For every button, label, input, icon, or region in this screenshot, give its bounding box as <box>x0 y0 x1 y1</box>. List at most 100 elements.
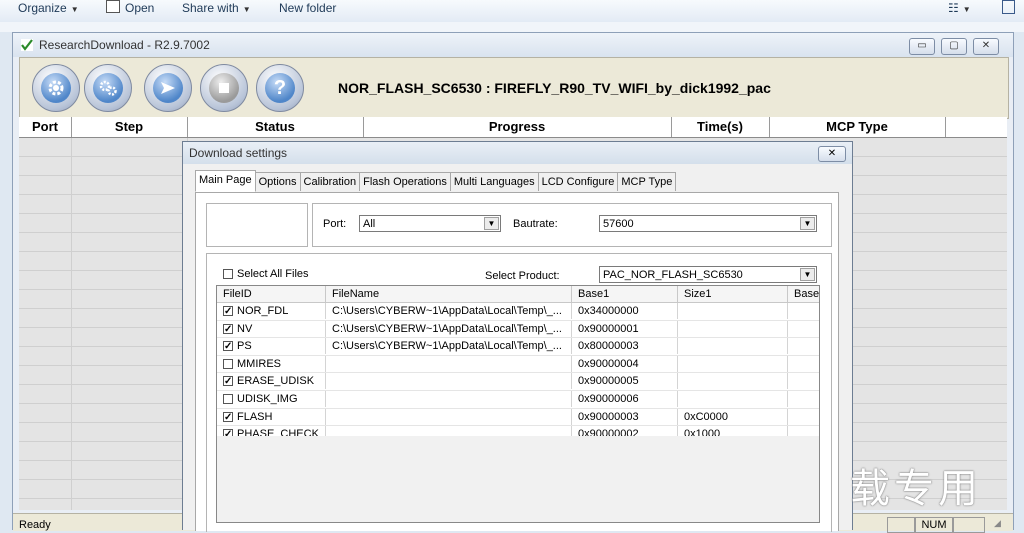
load-packet-button[interactable] <box>32 64 80 112</box>
baudrate-select[interactable]: 57600 ▼ <box>599 215 817 232</box>
file-id: MMIRES <box>237 357 281 370</box>
baudrate-label: Bautrate: <box>513 218 558 230</box>
tab-options[interactable]: Options <box>254 172 301 191</box>
file-checkbox[interactable]: ✓ <box>223 376 233 387</box>
download-settings-dialog: Download settings ✕ Main Page Options Ca… <box>182 141 853 532</box>
file-list-rows: ✓ NOR_FDL C:\Users\CYBERW~1\AppData\Local\… <box>217 303 819 444</box>
file-list-header: FileID FileName Base1 Size1 Base2 <box>217 286 819 303</box>
help-button[interactable]: ? <box>256 64 304 112</box>
file-size1 <box>678 355 788 372</box>
file-base1: 0x90000001 <box>572 320 678 337</box>
maximize-button[interactable]: ▢ <box>941 38 967 55</box>
col-mcp-type[interactable]: MCP Type <box>769 117 946 137</box>
status-panel-empty <box>887 517 915 533</box>
main-page-panel: Port: All ▼ Bautrate: 57600 ▼ Select All… <box>195 192 839 532</box>
window-titlebar[interactable]: ResearchDownload - R2.9.7002 ▭ ▢ ✕ <box>13 33 1013 57</box>
port-grid-header: Port Step Status Progress Time(s) MCP Ty… <box>19 117 1007 138</box>
product-select[interactable]: PAC_NOR_FLASH_SC6530 ▼ <box>599 266 817 283</box>
help-icon: ? <box>273 76 287 99</box>
stop-download-button[interactable] <box>200 64 248 112</box>
file-row[interactable]: ✓ NOR_FDL C:\Users\CYBERW~1\AppData\Local\… <box>217 303 819 321</box>
file-id: PS <box>237 340 252 353</box>
file-id: UDISK_IMG <box>237 392 298 405</box>
file-id: NV <box>237 322 253 335</box>
port-select[interactable]: All ▼ <box>359 215 501 232</box>
file-checkbox[interactable]: ✓ <box>223 341 233 352</box>
file-base2 <box>788 391 819 407</box>
file-id: FLASH <box>237 410 273 423</box>
chevron-down-icon: ▼ <box>800 268 815 281</box>
file-base2 <box>788 338 819 354</box>
file-base1: 0x80000003 <box>572 338 678 355</box>
col-time[interactable]: Time(s) <box>671 117 770 137</box>
num-lock-indicator: NUM <box>915 517 953 533</box>
share-with-menu[interactable]: Share with ▼ <box>182 0 251 18</box>
explorer-command-bar: Organize ▼ Open Share with ▼ New folder ☷ ▼ <box>0 0 1024 23</box>
app-logo-icon <box>21 39 33 51</box>
stop-icon <box>219 83 229 93</box>
file-checkbox[interactable]: ✓ <box>223 323 233 334</box>
file-row[interactable]: ✓ NV C:\Users\CYBERW~1\AppData\Local\Temp\… <box>217 320 819 339</box>
select-all-checkbox[interactable]: Select All Files <box>223 268 309 280</box>
col-step[interactable]: Step <box>71 117 188 137</box>
chevron-down-icon: ▼ <box>242 5 251 14</box>
col-port[interactable]: Port <box>19 117 72 137</box>
preview-pane-button[interactable] <box>1002 0 1015 18</box>
file-row[interactable]: ✓ PS C:\Users\CYBERW~1\AppData\Local\Temp\… <box>217 338 819 356</box>
minimize-button[interactable]: ▭ <box>909 38 935 55</box>
file-base1: 0x90000006 <box>572 390 678 407</box>
view-list-icon: ☷ <box>948 1 959 15</box>
file-base2 <box>788 356 819 372</box>
checkbox-icon <box>223 269 233 280</box>
file-checkbox[interactable]: ✓ <box>223 411 233 422</box>
col-file-name[interactable]: FileName <box>326 286 572 302</box>
file-name <box>326 390 572 407</box>
chevron-down-icon: ▼ <box>962 5 971 14</box>
tab-main-page[interactable]: Main Page <box>195 170 256 192</box>
file-row[interactable]: ✓ ERASE_UDISK 0x90000005 <box>217 373 819 391</box>
file-id: NOR_FDL <box>237 305 289 317</box>
file-checkbox[interactable]: ✓ <box>223 306 233 317</box>
tab-flash-operations[interactable]: Flash Operations <box>359 172 451 191</box>
file-base1: 0x34000000 <box>572 303 678 319</box>
file-checkbox[interactable] <box>223 358 233 369</box>
file-row[interactable]: ✓ FLASH 0x90000003 0xC0000 <box>217 408 819 427</box>
close-button[interactable]: ✕ <box>973 38 999 55</box>
file-name <box>326 408 572 425</box>
col-base1[interactable]: Base1 <box>572 286 678 302</box>
col-base2[interactable]: Base2 <box>788 286 819 302</box>
file-base1: 0x90000003 <box>572 408 678 425</box>
view-options-button[interactable]: ☷ ▼ <box>948 0 971 18</box>
tab-lcd-configure[interactable]: LCD Configure <box>537 172 619 191</box>
tab-calibration[interactable]: Calibration <box>299 172 361 191</box>
info-groupbox <box>206 203 308 247</box>
col-progress[interactable]: Progress <box>363 117 672 137</box>
file-row[interactable]: MMIRES 0x90000004 <box>217 355 819 374</box>
settings-button[interactable] <box>84 64 132 112</box>
resize-grip-icon[interactable]: ◢ <box>994 518 1001 529</box>
col-size1[interactable]: Size1 <box>678 286 788 302</box>
dialog-close-button[interactable]: ✕ <box>818 146 846 162</box>
file-row[interactable]: UDISK_IMG 0x90000006 <box>217 390 819 409</box>
port-label: Port: <box>323 218 347 230</box>
col-status[interactable]: Status <box>187 117 364 137</box>
organize-menu[interactable]: Organize ▼ <box>18 0 79 18</box>
tab-mcp-type[interactable]: MCP Type <box>617 172 677 191</box>
start-download-button[interactable] <box>144 64 192 112</box>
open-button[interactable]: Open <box>106 0 154 18</box>
file-checkbox[interactable] <box>223 394 233 405</box>
open-icon <box>106 0 120 13</box>
file-base2 <box>788 373 819 389</box>
file-base1: 0x90000005 <box>572 373 678 390</box>
col-file-id[interactable]: FileID <box>217 286 326 302</box>
file-list: FileID FileName Base1 Size1 Base2 ✓ NOR_F… <box>216 285 820 523</box>
port-groupbox: Port: All ▼ Bautrate: 57600 ▼ <box>312 203 832 247</box>
file-list-empty-area <box>217 436 819 522</box>
play-arrow-icon <box>161 82 175 94</box>
watermark-text: 载专用 <box>850 466 982 512</box>
tab-multi-languages[interactable]: Multi Languages <box>449 172 539 191</box>
new-folder-button[interactable]: New folder <box>279 0 336 18</box>
window-title: ResearchDownload - R2.9.7002 <box>39 38 210 52</box>
dialog-titlebar[interactable]: Download settings ✕ <box>183 142 852 164</box>
file-base2 <box>788 303 819 319</box>
